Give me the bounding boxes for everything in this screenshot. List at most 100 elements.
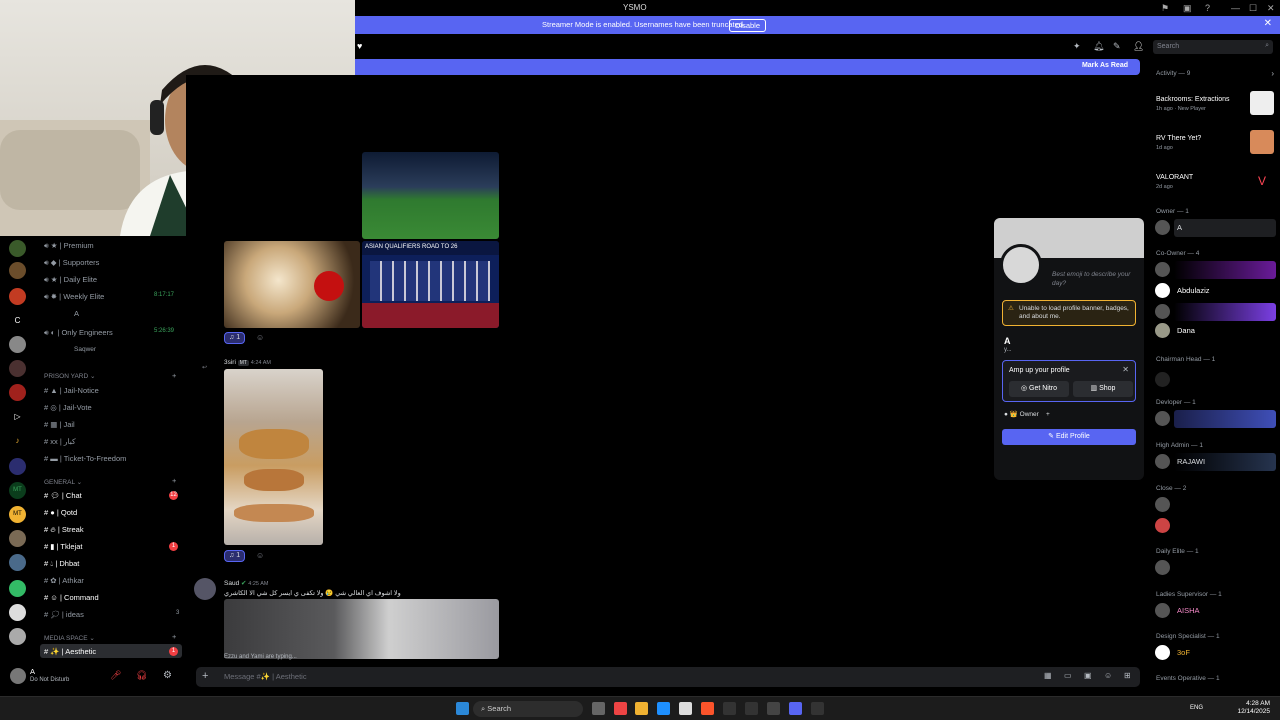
add-channel-icon[interactable]: + xyxy=(172,371,176,380)
member-item[interactable] xyxy=(1154,261,1276,279)
server-icon[interactable] xyxy=(9,554,26,571)
capcut-icon[interactable] xyxy=(745,702,758,715)
author-name[interactable]: Saud xyxy=(224,580,239,587)
get-nitro-button[interactable]: ◎ Get Nitro xyxy=(1009,381,1069,397)
minimize-icon[interactable]: — xyxy=(1231,3,1240,13)
server-icon[interactable]: MT xyxy=(9,482,26,499)
new-messages-bar[interactable]: Mark As Read xyxy=(355,59,1140,75)
shop-button[interactable]: ▥ Shop xyxy=(1073,381,1133,397)
channel-item[interactable]: # ▬ | Ticket-To-Freedom xyxy=(44,454,126,463)
app-icon[interactable] xyxy=(767,702,780,715)
profile-avatar[interactable] xyxy=(1000,244,1042,286)
member-item[interactable]: 3oF xyxy=(1154,644,1276,662)
reaction-button[interactable]: ♫ 1 xyxy=(224,332,246,344)
channel-item[interactable]: # ◎ | Jail-Vote xyxy=(44,403,92,412)
mark-as-read-button[interactable]: Mark As Read xyxy=(1082,62,1128,69)
member-item[interactable]: AISHA xyxy=(1154,602,1276,620)
app-icon[interactable] xyxy=(614,702,627,715)
server-icon[interactable] xyxy=(9,530,26,547)
deafen-icon[interactable]: 🎧︎ xyxy=(136,670,147,681)
gif-icon[interactable]: ▭ xyxy=(1064,671,1072,680)
server-icon[interactable]: C xyxy=(9,312,26,329)
add-reaction-icon[interactable]: ☺ xyxy=(256,333,264,342)
clock[interactable]: 4:28 AM 12/14/2025 xyxy=(1237,700,1270,716)
help-icon[interactable]: ? xyxy=(1205,3,1210,13)
member-item[interactable]: RAJAWI xyxy=(1154,453,1276,471)
add-channel-icon[interactable]: + xyxy=(172,632,176,641)
channel-item[interactable]: 🔊︎ ◐ | Only Engineers xyxy=(44,328,113,338)
brave-icon[interactable] xyxy=(701,702,714,715)
member-item[interactable] xyxy=(1154,517,1276,535)
member-item[interactable]: A xyxy=(1154,219,1276,237)
server-icon[interactable] xyxy=(9,360,26,377)
server-icon[interactable]: MT xyxy=(9,506,26,523)
edge-icon[interactable] xyxy=(657,702,670,715)
mic-muted-icon[interactable]: 🎤︎ xyxy=(110,670,121,681)
category-media-space[interactable]: MEDIA SPACE ⌄ xyxy=(44,634,95,642)
activity-card[interactable]: RV There Yet? 1d ago xyxy=(1154,125,1276,159)
disable-streamer-button[interactable]: Disable xyxy=(729,19,767,32)
car-image[interactable] xyxy=(224,599,499,659)
member-item[interactable] xyxy=(1154,371,1276,389)
chevron-right-icon[interactable]: › xyxy=(1271,69,1274,78)
custom-status-input[interactable]: Best emoji to describe your day? xyxy=(1052,270,1136,288)
member-item[interactable] xyxy=(1154,559,1276,577)
press-conference-image[interactable]: ASIAN QUALIFIERS ROAD TO 26 xyxy=(362,241,499,328)
server-icon[interactable]: ▷ xyxy=(9,408,26,425)
close-window-icon[interactable]: ✕ xyxy=(1267,3,1275,14)
emoji-icon[interactable]: ☺ xyxy=(1104,671,1112,680)
add-attachment-icon[interactable]: + xyxy=(202,670,208,682)
channel-item[interactable]: # ☺ | Command xyxy=(44,593,99,602)
app-icon[interactable] xyxy=(811,702,824,715)
search-input[interactable]: Search ⌕ xyxy=(1153,40,1273,54)
member-item[interactable] xyxy=(1154,303,1276,321)
activity-card[interactable]: VALORANT 2d ago V xyxy=(1154,164,1276,198)
file-explorer-icon[interactable] xyxy=(635,702,648,715)
stadium-image[interactable] xyxy=(362,152,499,239)
cat-image[interactable] xyxy=(224,241,360,328)
category-general[interactable]: GENERAL ⌄ xyxy=(44,478,82,486)
server-icon[interactable] xyxy=(9,262,26,279)
channel-item[interactable]: 🔊︎ ◆ | Supporters xyxy=(44,258,99,268)
add-channel-icon[interactable]: + xyxy=(172,476,176,485)
close-banner-icon[interactable]: ✕ xyxy=(1264,18,1272,29)
channel-item[interactable]: # ✿ | Athkar xyxy=(44,576,84,585)
server-icon[interactable] xyxy=(9,580,26,597)
server-icon[interactable]: ♪ xyxy=(9,432,26,449)
bell-icon[interactable]: 🔔︎ xyxy=(1093,41,1104,52)
member-item[interactable]: Dana xyxy=(1154,322,1276,340)
server-icon[interactable] xyxy=(9,604,26,621)
server-icon[interactable] xyxy=(9,336,26,353)
author-name[interactable]: 3siri xyxy=(224,359,236,366)
channel-item[interactable]: # 💬︎ | Chat xyxy=(44,491,82,500)
add-reaction-icon[interactable]: ☺ xyxy=(256,551,264,560)
pin-icon[interactable]: ✎ xyxy=(1113,41,1121,52)
channel-item[interactable]: 🔊︎ ✸ | Weekly Elite xyxy=(44,292,104,302)
server-icon[interactable] xyxy=(9,288,26,305)
member-item[interactable] xyxy=(1154,410,1276,428)
channel-item[interactable]: 🔊︎ ★ | Premium xyxy=(44,241,94,251)
task-view-icon[interactable] xyxy=(592,702,605,715)
inbox-icon[interactable]: ⚑ xyxy=(1161,3,1169,14)
activity-card[interactable]: Backrooms: Extractions 1h ago · New Play… xyxy=(1154,86,1276,120)
display-icon[interactable]: ▣ xyxy=(1183,3,1192,14)
app-icon[interactable] xyxy=(723,702,736,715)
avatar[interactable] xyxy=(194,578,216,600)
channel-item[interactable]: 🔊︎ ★ | Daily Elite xyxy=(44,275,97,285)
food-tray-image[interactable] xyxy=(224,369,323,545)
message-input[interactable]: + Message #✨ | Aesthetic ▦ ▭ ▣ ☺ ⊞ xyxy=(196,667,1140,687)
channel-item[interactable]: # ▮ | Tklejat xyxy=(44,542,82,551)
store-icon[interactable] xyxy=(679,702,692,715)
member-item[interactable] xyxy=(1154,496,1276,514)
category-prison-yard[interactable]: PRISON YARD ⌄ xyxy=(44,372,95,380)
gear-icon[interactable]: ⚙ xyxy=(163,670,172,681)
channel-item[interactable]: # 🔥︎ | Streak xyxy=(44,525,84,535)
windows-start-icon[interactable] xyxy=(456,702,469,715)
taskbar-search[interactable]: ⌕ Search xyxy=(473,701,583,717)
channel-item[interactable]: # xx | ﻛﺒﺎﺭ xyxy=(44,437,76,446)
language-indicator[interactable]: ENG xyxy=(1190,705,1203,711)
member-list-icon[interactable]: 👤︎ xyxy=(1133,41,1144,52)
avatar[interactable] xyxy=(10,668,26,684)
server-icon[interactable] xyxy=(9,384,26,401)
channel-item[interactable]: # ▦ | Jail xyxy=(44,420,75,429)
